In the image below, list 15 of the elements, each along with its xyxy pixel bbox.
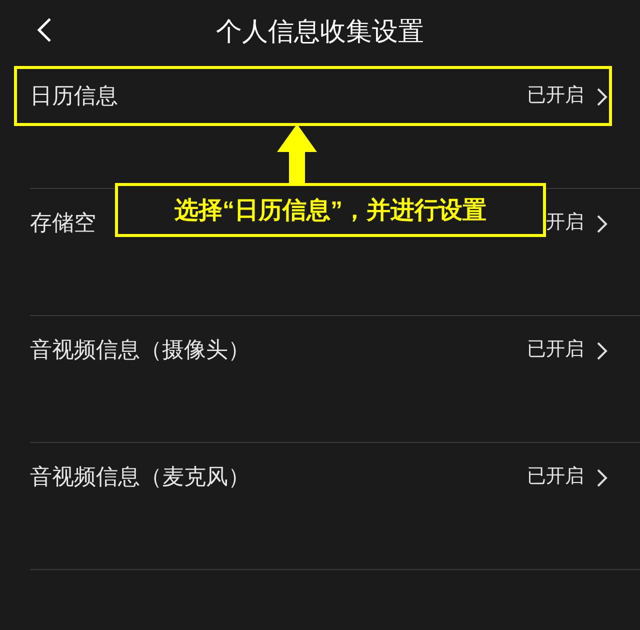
setting-label[interactable]: 日历信息 bbox=[30, 82, 118, 110]
arrow-up-icon bbox=[277, 124, 317, 184]
chevron-right-icon[interactable] bbox=[596, 468, 608, 488]
annotation-tooltip: 选择“日历信息”，并进行设置 bbox=[115, 183, 546, 237]
setting-status: 已开启 bbox=[527, 338, 584, 362]
setting-label[interactable]: 音视频信息（摄像头） bbox=[30, 336, 250, 364]
setting-label[interactable]: 音视频信息（麦克风） bbox=[30, 463, 250, 491]
setting-label[interactable]: 存储空 bbox=[30, 209, 96, 237]
setting-status: 开启 bbox=[546, 211, 584, 235]
page-title: 个人信息收集设置 bbox=[216, 14, 424, 48]
setting-status: 已开启 bbox=[527, 465, 584, 489]
chevron-right-icon[interactable] bbox=[596, 214, 608, 234]
setting-status: 已开启 bbox=[527, 84, 584, 108]
chevron-right-icon[interactable] bbox=[596, 87, 608, 107]
chevron-right-icon[interactable] bbox=[596, 341, 608, 361]
